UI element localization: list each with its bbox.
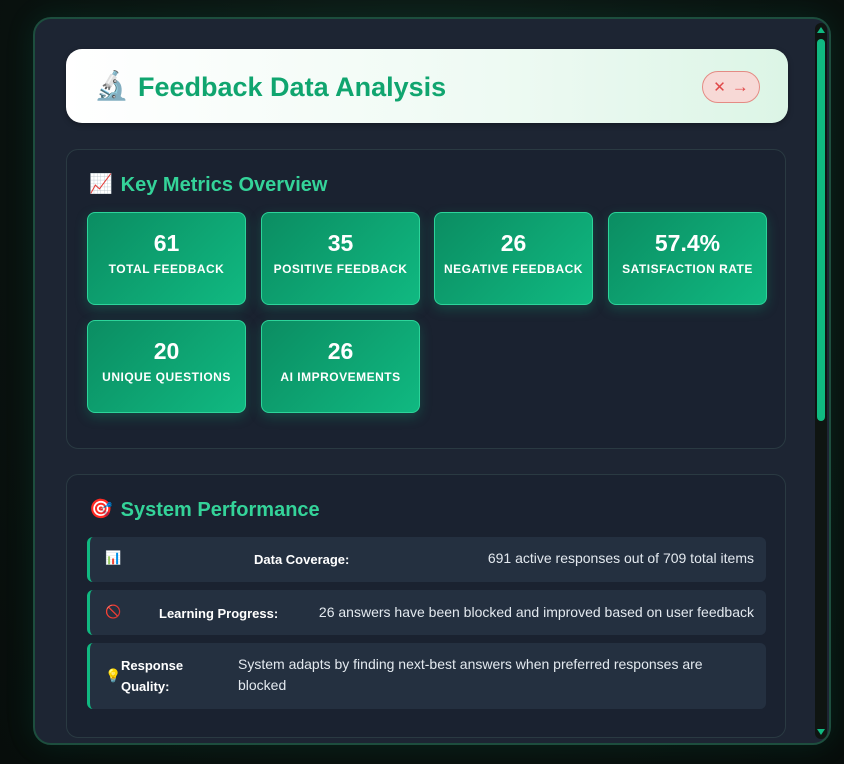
metric-label: TOTAL FEEDBACK — [108, 262, 225, 276]
scroll-up-arrow-icon[interactable] — [817, 27, 825, 33]
metric-card-ai-improvements[interactable]: 26 AI IMPROVEMENTS — [261, 320, 420, 413]
light-bulb-icon: 💡 — [105, 668, 122, 683]
system-performance-title: System Performance — [120, 499, 320, 521]
perf-row-data-coverage: 📊 Data Coverage: 691 active responses ou… — [87, 537, 766, 582]
perf-row-value: 691 active responses out of 709 total it… — [487, 550, 754, 566]
key-metrics-section: 📈 Key Metrics Overview 61 TOTAL FEEDBACK… — [66, 149, 786, 449]
perf-row-label: Response Quality: — [121, 658, 184, 694]
chart-increasing-icon: 📈 — [89, 174, 113, 195]
prohibited-icon: 🚫 — [105, 604, 122, 619]
metric-card-satisfaction-rate[interactable]: 57.4% SATISFACTION RATE — [608, 212, 767, 305]
system-performance-heading: 🎯 System Performance — [89, 497, 320, 523]
close-icon: ✕ — [713, 79, 726, 96]
perf-row-label: Data Coverage: — [254, 552, 350, 567]
microscope-icon: 🔬 — [94, 70, 129, 101]
perf-row-label: Learning Progress: — [159, 606, 279, 621]
key-metrics-heading: 📈 Key Metrics Overview — [89, 172, 327, 198]
metric-value: 26 — [500, 230, 527, 256]
metric-label: AI IMPROVEMENTS — [280, 370, 401, 384]
modal-title: Feedback Data Analysis — [138, 72, 447, 102]
target-icon: 🎯 — [89, 499, 113, 520]
metric-label: UNIQUE QUESTIONS — [102, 370, 231, 384]
scroll-down-arrow-icon[interactable] — [817, 729, 825, 735]
metric-value: 35 — [327, 230, 354, 256]
metric-value: 26 — [327, 338, 354, 364]
metric-label: NEGATIVE FEEDBACK — [444, 262, 583, 276]
system-performance-section: 🎯 System Performance 📊 Data Coverage: 69… — [66, 474, 786, 738]
metric-label: POSITIVE FEEDBACK — [273, 262, 408, 276]
metric-card-unique-questions[interactable]: 20 UNIQUE QUESTIONS — [87, 320, 246, 413]
feedback-analysis-modal: 🔬 Feedback Data Analysis ✕ → 📈 Key Metri… — [33, 17, 831, 745]
arrow-right-icon: → — [731, 77, 749, 96]
bar-chart-icon: 📊 — [105, 550, 122, 565]
metric-label: SATISFACTION RATE — [622, 262, 753, 276]
perf-row-response-quality: 💡 Response Quality: System adapts by fin… — [87, 643, 766, 709]
metric-value: 57.4% — [654, 230, 721, 256]
perf-row-value: System adapts by finding next-best answe… — [238, 656, 703, 693]
metric-value: 20 — [153, 338, 180, 364]
key-metrics-title: Key Metrics Overview — [120, 174, 328, 196]
metric-card-total-feedback[interactable]: 61 TOTAL FEEDBACK — [87, 212, 246, 305]
modal-scrollbar[interactable] — [815, 23, 827, 739]
scroll-thumb[interactable] — [817, 39, 825, 421]
perf-row-learning-progress: 🚫 Learning Progress: 26 answers have bee… — [87, 590, 766, 635]
close-button[interactable]: ✕ → — [702, 71, 760, 103]
metric-card-positive-feedback[interactable]: 35 POSITIVE FEEDBACK — [261, 212, 420, 305]
metric-value: 61 — [153, 230, 180, 256]
perf-row-value: 26 answers have been blocked and improve… — [318, 604, 754, 620]
modal-header: 🔬 Feedback Data Analysis ✕ → — [66, 49, 788, 123]
metric-card-negative-feedback[interactable]: 26 NEGATIVE FEEDBACK — [434, 212, 593, 305]
